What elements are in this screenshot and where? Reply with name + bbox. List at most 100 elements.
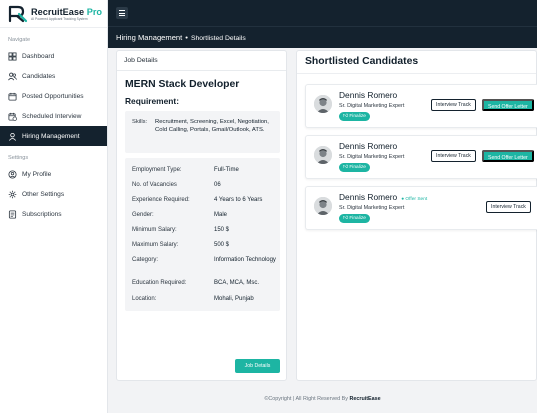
- detail-value: 500 $: [214, 242, 230, 248]
- offer-sent-badge: ● Offer Sent: [401, 197, 428, 202]
- offer-sent-label: Offer Sent: [405, 197, 428, 202]
- sidebar-item-candidates[interactable]: Candidates: [0, 66, 107, 86]
- job-details-panel: Job Details MERN Stack Developer Require…: [116, 50, 287, 381]
- sidebar-item-hiring-management[interactable]: Hiring Management: [0, 126, 107, 146]
- hiring-icon: [9, 132, 16, 141]
- candidate-role: Sr. Digital Marketing Expert: [339, 205, 405, 211]
- detail-key: Gender:: [132, 212, 154, 218]
- avatar-photo: [314, 146, 332, 164]
- sidebar-item-label: Candidates: [22, 72, 56, 80]
- detail-value: BCA, MCA, Msc.: [214, 280, 260, 286]
- candidate-card: Dennis Romero Sr. Digital Marketing Expe…: [305, 84, 537, 128]
- detail-key: Minimum Salary:: [132, 227, 177, 233]
- skills-box: Skills: Recruitment, Screening, Excel, N…: [125, 111, 280, 153]
- finalize-label: Finalize: [349, 216, 366, 221]
- nav-heading-navigate: Navigate: [8, 37, 31, 43]
- breadcrumb-current: Shortlisted Details: [190, 35, 246, 42]
- interview-track-button[interactable]: Interview Track: [486, 201, 531, 213]
- detail-key: Location:: [132, 296, 157, 302]
- avatar: [314, 146, 332, 164]
- logo-icon: [8, 5, 28, 22]
- thumbs-up-icon: 👍︎: [343, 165, 349, 170]
- detail-key: No. of Vacancies: [132, 182, 177, 188]
- detail-key: Category:: [132, 257, 159, 263]
- menu-icon-line: [119, 14, 125, 16]
- footer-text: ©Copyright | All Right Reserved By: [264, 396, 348, 402]
- detail-value: 150 $: [214, 227, 230, 233]
- detail-key: Education Required:: [132, 280, 187, 286]
- users-icon: [8, 72, 17, 80]
- avatar: [314, 197, 332, 215]
- send-offer-letter-button[interactable]: Send Offer Letter: [482, 150, 534, 162]
- send-offer-letter-button[interactable]: Send Offer Letter: [482, 99, 534, 111]
- skills-value: Recruitment, Screening, Excel, Negotiati…: [155, 119, 269, 133]
- divider: [297, 73, 536, 74]
- interview-track-button[interactable]: Interview Track: [431, 99, 476, 111]
- gear-icon: [8, 190, 17, 198]
- sidebar-item-posted-opportunities[interactable]: Posted Opportunities: [0, 86, 107, 106]
- calendar-clock-icon: [8, 112, 17, 121]
- brand[interactable]: RecruitEase Pro AI Powered Applicant Tra…: [0, 0, 107, 28]
- menu-toggle-button[interactable]: [116, 7, 128, 19]
- candidate-name: Dennis Romero: [339, 90, 398, 100]
- sidebar-item-label: Posted Opportunities: [22, 92, 84, 100]
- shortlisted-panel: Shortlisted Candidates Dennis Romero Sr.…: [296, 50, 537, 381]
- thumbs-up-icon: 👍︎: [343, 114, 349, 119]
- sidebar-item-label: My Profile: [22, 170, 52, 178]
- sidebar-item-label: Dashboard: [22, 52, 55, 60]
- sidebar-item-label: Hiring Management: [22, 132, 80, 140]
- sidebar-item-other-settings[interactable]: Other Settings: [0, 184, 107, 204]
- menu-icon-line: [119, 12, 125, 14]
- finalize-button[interactable]: 👍︎ Finalize: [339, 112, 370, 121]
- sidebar-item-subscriptions[interactable]: Subscriptions: [0, 204, 107, 224]
- detail-key: Employment Type:: [132, 167, 182, 173]
- candidate-role: Sr. Digital Marketing Expert: [339, 103, 405, 109]
- brand-tagline: AI Powered Applicant Tracking System: [31, 16, 88, 21]
- detail-value: Male: [214, 212, 228, 218]
- job-details-button[interactable]: Job Details: [235, 359, 280, 373]
- avatar: [314, 95, 332, 113]
- candidate-card: Dennis Romero ● Offer Sent Sr. Digital Ma…: [305, 186, 537, 230]
- sidebar-item-label: Scheduled Interview: [22, 112, 82, 120]
- job-title: MERN Stack Developer: [125, 79, 240, 90]
- finalize-button[interactable]: 👍︎ Finalize: [339, 214, 370, 223]
- finalize-button[interactable]: 👍︎ Finalize: [339, 163, 370, 172]
- avatar-photo: [314, 197, 332, 215]
- breadcrumb: Hiring Management • Shortlisted Details: [116, 33, 246, 42]
- sidebar: RecruitEase Pro AI Powered Applicant Tra…: [0, 0, 108, 413]
- detail-key: Maximum Salary:: [132, 242, 179, 248]
- nav-heading-settings: Settings: [8, 155, 29, 161]
- detail-value: Mohali, Punjab: [214, 296, 254, 302]
- sidebar-item-label: Subscriptions: [22, 210, 62, 218]
- shortlisted-title: Shortlisted Candidates: [305, 56, 419, 67]
- sidebar-item-my-profile[interactable]: My Profile: [0, 164, 107, 184]
- candidate-name: Dennis Romero: [339, 141, 398, 151]
- requirement-label: Requirement:: [125, 96, 179, 106]
- job-panel-title: Job Details: [117, 51, 286, 71]
- candidate-role: Sr. Digital Marketing Expert: [339, 154, 405, 160]
- footer-brand: RecruitEase: [349, 396, 381, 402]
- thumbs-up-icon: 👍︎: [343, 216, 349, 221]
- sidebar-item-dashboard[interactable]: Dashboard: [0, 46, 107, 66]
- page-header: Hiring Management • Shortlisted Details: [108, 26, 537, 48]
- detail-key: Experience Required:: [132, 197, 190, 203]
- finalize-label: Finalize: [349, 165, 366, 170]
- skills-label: Skills:: [132, 119, 148, 125]
- detail-value: 4 Years to 6 Years: [214, 197, 263, 203]
- footer: ©Copyright | All Right Reserved By Recru…: [108, 396, 537, 402]
- finalize-label: Finalize: [349, 114, 366, 119]
- profile-icon: [8, 169, 17, 179]
- sidebar-item-scheduled-interview[interactable]: Scheduled Interview: [0, 106, 107, 126]
- top-bar: [108, 0, 537, 26]
- interview-track-button[interactable]: Interview Track: [431, 150, 476, 162]
- candidate-name-row: Dennis Romero ● Offer Sent: [339, 192, 427, 202]
- job-details-list: Employment Type: Full-Time No. of Vacanci…: [125, 158, 280, 311]
- menu-icon-line: [119, 10, 125, 12]
- dashboard-icon: [8, 51, 17, 61]
- candidate-name: Dennis Romero: [339, 192, 398, 202]
- breadcrumb-parent[interactable]: Hiring Management: [116, 33, 182, 42]
- breadcrumb-separator: •: [185, 33, 188, 42]
- detail-value: Full-Time: [214, 167, 239, 173]
- brand-name: RecruitEase Pro: [31, 6, 103, 17]
- avatar-photo: [314, 95, 332, 113]
